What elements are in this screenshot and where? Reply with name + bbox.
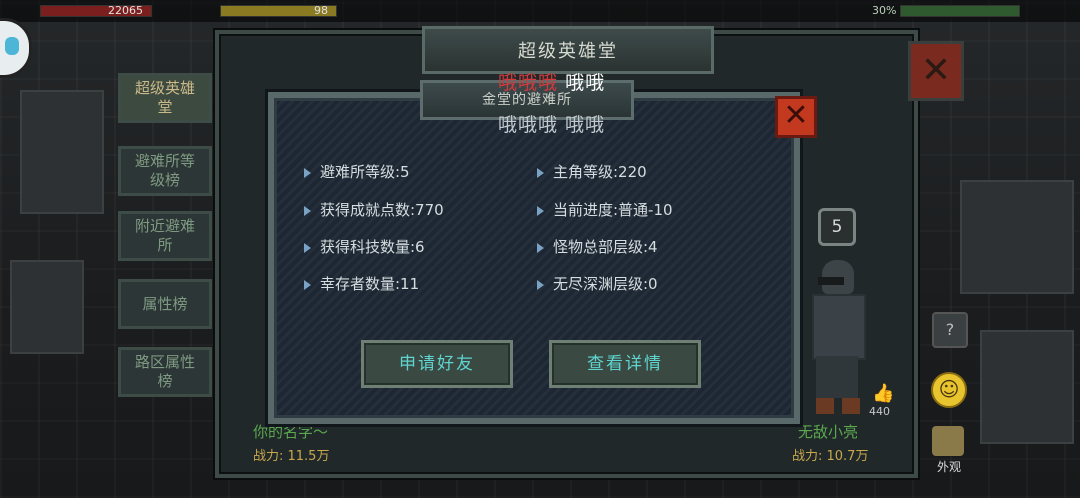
chat-text-red: 哦哦哦	[498, 72, 559, 94]
hero-body	[812, 294, 866, 360]
shelter-info-dialog	[268, 92, 800, 424]
hero-legs	[816, 356, 858, 398]
left-player-name: 你的名字～	[253, 423, 329, 441]
stat-text: 获得科技数量:6	[320, 238, 425, 256]
tab-super-hero-hall[interactable]: 超级英雄堂	[118, 73, 212, 123]
avatar-icon	[5, 37, 19, 55]
stat-text: 避难所等级:5	[320, 163, 410, 181]
bullet-arrow-icon	[304, 167, 311, 178]
bullet-arrow-icon	[304, 279, 311, 290]
close-icon: ✕	[920, 50, 952, 91]
stat-hero-level: 主角等级:220	[537, 161, 647, 182]
shelter-dialog-close-button[interactable]: ✕	[775, 96, 817, 138]
right-player-name: 无敌小亮	[798, 423, 859, 441]
left-player-power: 战力: 11.5万	[253, 449, 330, 464]
hero-hall-title-plate: 超级英雄堂	[422, 26, 714, 74]
close-icon: ✕	[783, 98, 809, 133]
stat-abyss-level: 无尽深渊层级:0	[537, 273, 658, 294]
help-button[interactable]: ?	[932, 312, 968, 348]
view-details-button[interactable]: 查看详情	[549, 340, 701, 388]
stat-tech-count: 获得科技数量:6	[304, 236, 425, 257]
bullet-arrow-icon	[537, 205, 544, 216]
hero-boot	[842, 398, 860, 414]
stat-text: 幸存者数量:11	[320, 275, 420, 293]
stat-achievement-points: 获得成就点数:770	[304, 199, 444, 220]
like-count: 440	[869, 405, 890, 418]
appearance-button[interactable]: 外观	[924, 424, 972, 474]
hero-boot	[816, 398, 834, 414]
chat-bubble-top: 哦哦哦 哦哦	[498, 68, 605, 95]
chat-bubble-bottom: 哦哦哦 哦哦	[498, 114, 606, 136]
thumbs-up-icon[interactable]: 👍	[872, 383, 894, 404]
stat-current-progress: 当前进度:普通-10	[537, 199, 673, 220]
hero-goggles	[818, 277, 844, 285]
resource-value: 30%	[872, 4, 897, 17]
appearance-emblem-icon	[932, 426, 964, 456]
scene-building	[960, 180, 1074, 294]
top-hud-bar: 22065 98 30%	[0, 0, 1080, 22]
stat-text: 获得成就点数:770	[320, 201, 444, 219]
bullet-arrow-icon	[304, 242, 311, 253]
stat-text: 无尽深渊层级:0	[553, 275, 658, 293]
stat-shelter-level: 避难所等级:5	[304, 161, 410, 182]
scene-building	[10, 260, 84, 354]
tab-district-attribute-ranking[interactable]: 路区属性榜	[118, 347, 212, 397]
bullet-arrow-icon	[537, 167, 544, 178]
appearance-label: 外观	[936, 460, 961, 474]
stat-survivor-count: 幸存者数量:11	[304, 273, 419, 294]
hero-level-badge: 5	[818, 208, 856, 246]
tab-nearby-shelters[interactable]: 附近避难所	[118, 211, 212, 261]
bullet-arrow-icon	[537, 279, 544, 290]
resource-bar	[900, 5, 1020, 17]
add-friend-button[interactable]: 申请好友	[361, 340, 513, 388]
stat-text: 当前进度:普通-10	[553, 201, 673, 219]
tab-shelter-level-ranking[interactable]: 避难所等级榜	[118, 146, 212, 196]
hp-value: 22065	[108, 4, 143, 17]
bullet-arrow-icon	[304, 205, 311, 216]
stat-text: 主角等级:220	[553, 163, 647, 181]
exp-value: 98	[314, 4, 328, 17]
bullet-arrow-icon	[537, 242, 544, 253]
stat-text: 怪物总部层级:4	[553, 238, 658, 256]
tab-attribute-ranking[interactable]: 属性榜	[118, 279, 212, 329]
scene-building	[20, 90, 104, 214]
hero-hall-close-button[interactable]: ✕	[908, 41, 964, 101]
hero-hall-title: 超级英雄堂	[518, 41, 618, 62]
chat-text-white: 哦哦	[565, 72, 606, 94]
emoji-smile-icon[interactable]: ☺	[931, 372, 967, 408]
hero-character-sprite	[806, 250, 870, 420]
scene-building	[980, 330, 1074, 444]
stat-monster-hq-level: 怪物总部层级:4	[537, 236, 658, 257]
right-player-power: 战力: 10.7万	[792, 449, 869, 464]
